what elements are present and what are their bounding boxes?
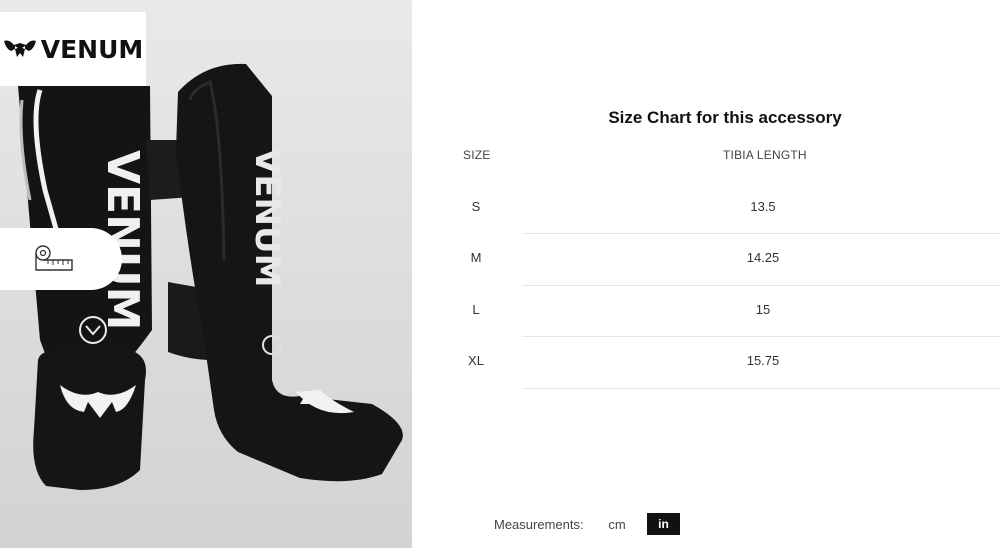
table-row-tibia-length: 14.25 <box>746 250 780 265</box>
table-row-tibia-length: 15 <box>755 302 771 317</box>
column-header-tibia-length: TIBIA LENGTH <box>723 148 807 162</box>
unit-toggle-in[interactable]: in <box>647 513 680 535</box>
unit-toggle-cm[interactable]: cm <box>601 513 633 535</box>
logo-text: VENUM <box>40 34 144 64</box>
brand-logo[interactable]: VENUM <box>0 12 146 86</box>
size-guide-button[interactable] <box>0 228 122 290</box>
measuring-tape-icon <box>35 245 73 271</box>
table-row-tibia-length: 13.5 <box>750 199 776 214</box>
svg-text:VENUM: VENUM <box>247 148 287 287</box>
column-header-size: SIZE <box>463 148 491 162</box>
row-divider <box>522 233 1000 234</box>
product-image: VENUM VENUM VENUM <box>0 0 412 548</box>
row-divider <box>522 285 1000 286</box>
size-chart-title: Size Chart for this accessory <box>608 108 842 127</box>
row-divider <box>522 336 1000 337</box>
measurements-label: Measurements: <box>494 517 584 532</box>
table-row-size: L <box>472 302 480 317</box>
table-row-size: XL <box>468 353 484 368</box>
table-row-size: M <box>470 250 482 265</box>
table-row-tibia-length: 15.75 <box>746 353 780 368</box>
table-row-size: S <box>471 199 481 214</box>
row-divider <box>522 388 1000 389</box>
venum-snake-logo-icon <box>3 40 36 57</box>
